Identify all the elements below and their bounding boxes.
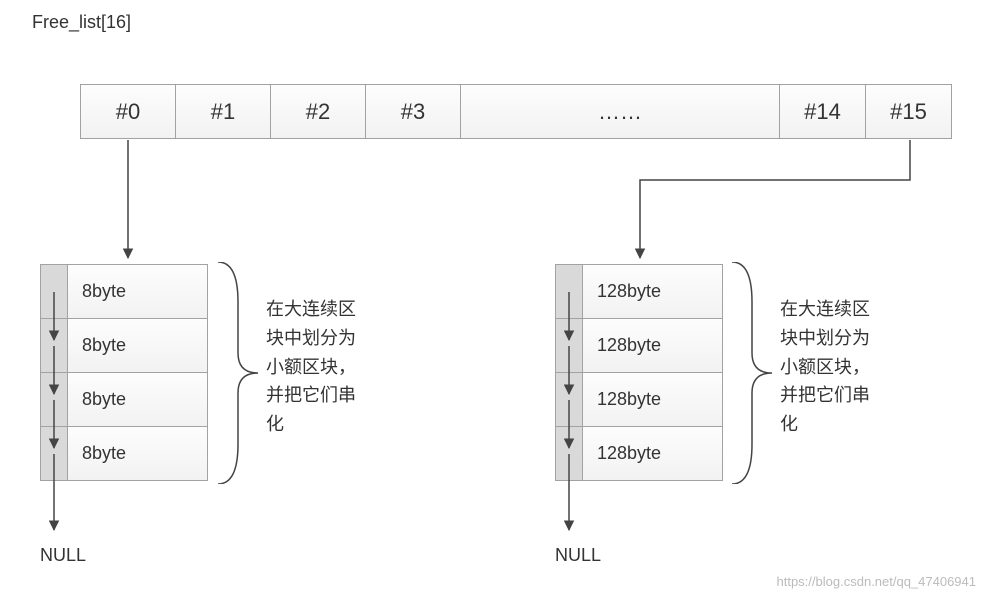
watermark: https://blog.csdn.net/qq_47406941 xyxy=(777,574,977,589)
cell-3: #3 xyxy=(365,84,461,139)
next-ptr xyxy=(555,372,583,427)
block-size-label: 8byte xyxy=(67,264,208,319)
next-ptr xyxy=(555,426,583,481)
next-ptr xyxy=(40,426,68,481)
block-node: 8byte xyxy=(40,426,208,481)
block-node: 8byte xyxy=(40,372,208,427)
block-node: 128byte xyxy=(555,426,723,481)
cell-1: #1 xyxy=(175,84,271,139)
block-node: 128byte xyxy=(555,372,723,427)
cell-2: #2 xyxy=(270,84,366,139)
linked-list-15: 128byte 128byte 128byte 128byte xyxy=(555,264,723,481)
block-size-label: 128byte xyxy=(582,426,723,481)
block-node: 8byte xyxy=(40,318,208,373)
next-ptr xyxy=(40,372,68,427)
next-ptr xyxy=(555,264,583,319)
block-size-label: 128byte xyxy=(582,372,723,427)
page-title: Free_list[16] xyxy=(32,12,131,33)
brace-icon xyxy=(213,262,263,484)
block-size-label: 8byte xyxy=(67,372,208,427)
free-list-array: #0 #1 #2 #3 …… #14 #15 xyxy=(80,84,952,139)
block-node: 128byte xyxy=(555,318,723,373)
block-size-label: 128byte xyxy=(582,264,723,319)
block-size-label: 8byte xyxy=(67,318,208,373)
cell-14: #14 xyxy=(779,84,866,139)
annotation-b: 在大连续区块中划分为小额区块，并把它们串化 xyxy=(780,295,870,439)
null-terminator-a: NULL xyxy=(40,545,86,566)
cell-15: #15 xyxy=(865,84,952,139)
next-ptr xyxy=(555,318,583,373)
null-terminator-b: NULL xyxy=(555,545,601,566)
annotation-a: 在大连续区块中划分为小额区块，并把它们串化 xyxy=(266,295,356,439)
block-node: 8byte xyxy=(40,264,208,319)
cell-0: #0 xyxy=(80,84,176,139)
block-size-label: 8byte xyxy=(67,426,208,481)
block-node: 128byte xyxy=(555,264,723,319)
next-ptr xyxy=(40,318,68,373)
block-size-label: 128byte xyxy=(582,318,723,373)
linked-list-0: 8byte 8byte 8byte 8byte xyxy=(40,264,208,481)
cell-ellipsis: …… xyxy=(460,84,780,139)
next-ptr xyxy=(40,264,68,319)
brace-icon xyxy=(727,262,777,484)
